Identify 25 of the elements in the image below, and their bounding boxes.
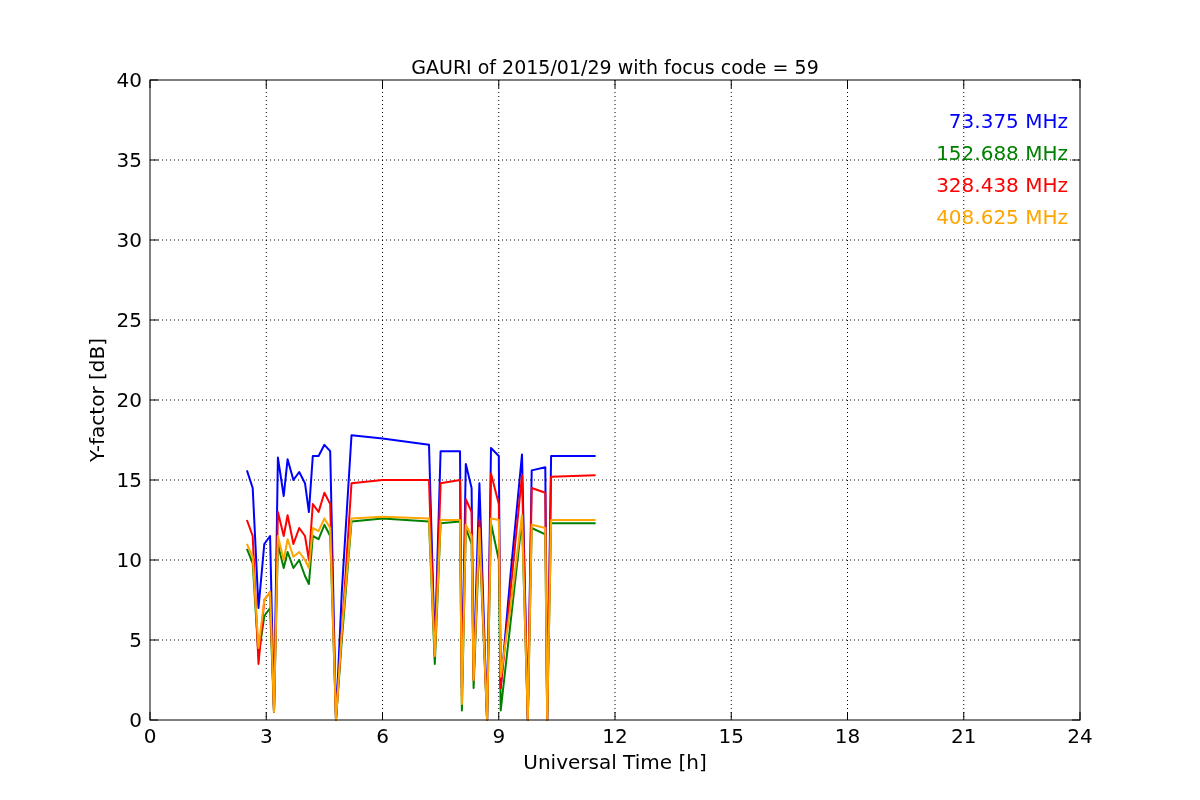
tick-label: 0 [143, 724, 157, 748]
tick-label: 5 [129, 628, 142, 652]
tick-label: 0 [129, 708, 142, 732]
tick-label: 9 [492, 724, 506, 748]
tick-label: 25 [116, 308, 142, 332]
tick-label: 40 [116, 68, 142, 92]
tick-label: 30 [116, 228, 142, 252]
tick-label: 21 [951, 724, 977, 748]
chart-title: GAURI of 2015/01/29 with focus code = 59 [411, 56, 819, 78]
tick-label: 10 [116, 548, 142, 572]
tick-label: 3 [259, 724, 273, 748]
tick-label: 20 [116, 388, 142, 412]
legend-label: 408.625 MHz [936, 205, 1068, 229]
axis-title: Y-factor [dB] [85, 338, 109, 462]
tick-label: 24 [1067, 724, 1093, 748]
legend-label: 328.438 MHz [936, 173, 1068, 197]
legend-label: 73.375 MHz [948, 109, 1068, 133]
tick-label: 15 [116, 468, 142, 492]
legend-label: 152.688 MHz [936, 141, 1068, 165]
tick-label: 18 [834, 724, 861, 748]
tick-label: 12 [602, 724, 628, 748]
tick-label: 6 [376, 724, 389, 748]
axis-title: Universal Time [h] [523, 750, 707, 774]
tick-label: 15 [718, 724, 744, 748]
tick-label: 35 [116, 148, 142, 172]
